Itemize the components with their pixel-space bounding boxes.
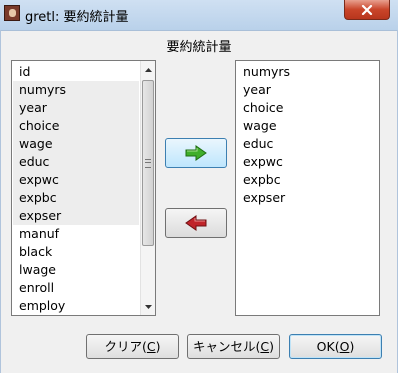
- close-button[interactable]: [344, 0, 390, 20]
- gretl-app-icon: [4, 5, 20, 21]
- cancel-button-suffix: ): [269, 339, 274, 354]
- list-item[interactable]: numyrs: [237, 63, 378, 81]
- list-item[interactable]: expwc: [237, 153, 378, 171]
- selected-variables-rows: numyrs year choice wage educ expwc expbc expser: [237, 63, 378, 207]
- red-left-arrow-icon: [185, 215, 207, 231]
- clear-button-prefix: クリア(: [104, 339, 147, 354]
- clear-button-mnemonic: C: [146, 339, 156, 354]
- scroll-up-button[interactable]: [141, 61, 155, 78]
- remove-variables-button[interactable]: [165, 208, 227, 238]
- scroll-down-button[interactable]: [141, 298, 155, 315]
- list-item[interactable]: black: [13, 243, 139, 261]
- list-item[interactable]: expbc: [13, 189, 139, 207]
- add-variables-button[interactable]: [165, 138, 227, 168]
- summary-statistics-dialog: gretl: 要約統計量 要約統計量 id numyrs year choice wag…: [0, 0, 398, 373]
- list-item[interactable]: id: [13, 63, 139, 81]
- list-item[interactable]: manuf: [13, 225, 139, 243]
- list-item[interactable]: numyrs: [13, 81, 139, 99]
- green-right-arrow-icon: [185, 145, 207, 161]
- available-variables-list[interactable]: id numyrs year choice wage educ expwc expbc exps…: [11, 60, 156, 316]
- list-item[interactable]: wage: [237, 117, 378, 135]
- list-item[interactable]: choice: [13, 117, 139, 135]
- window-title: gretl: 要約統計量: [25, 10, 129, 25]
- ok-button[interactable]: OK(O): [289, 334, 382, 359]
- cancel-button-prefix: キャンセル(: [192, 339, 261, 354]
- list-item[interactable]: wage: [13, 135, 139, 153]
- clear-button[interactable]: クリア(C): [86, 334, 179, 359]
- vertical-scrollbar[interactable]: [140, 61, 155, 315]
- list-item[interactable]: expwc: [13, 171, 139, 189]
- title-bar[interactable]: gretl: 要約統計量: [0, 0, 398, 31]
- ok-button-prefix: OK(: [316, 339, 340, 354]
- available-variables-rows: id numyrs year choice wage educ expwc expbc exps…: [13, 63, 139, 315]
- list-item[interactable]: expser: [237, 189, 378, 207]
- scroll-up-arrow-icon: [144, 67, 152, 72]
- list-item[interactable]: year: [237, 81, 378, 99]
- selected-variables-list[interactable]: numyrs year choice wage educ expwc expbc expser: [235, 60, 380, 316]
- cancel-button[interactable]: キャンセル(C): [187, 334, 280, 359]
- list-item[interactable]: educ: [13, 153, 139, 171]
- list-item[interactable]: year: [13, 99, 139, 117]
- clear-button-suffix: ): [155, 339, 161, 354]
- list-item[interactable]: employ: [13, 297, 139, 315]
- list-item[interactable]: expbc: [237, 171, 378, 189]
- list-item[interactable]: expser: [13, 207, 139, 225]
- dialog-heading: 要約統計量: [166, 40, 232, 55]
- ok-button-mnemonic: O: [339, 339, 350, 354]
- list-item[interactable]: educ: [237, 135, 378, 153]
- list-item[interactable]: choice: [237, 99, 378, 117]
- scrollbar-thumb[interactable]: [142, 80, 154, 246]
- close-icon: [361, 4, 373, 15]
- scrollbar-grip-icon: [145, 158, 151, 168]
- scroll-down-arrow-icon: [144, 304, 152, 309]
- list-item[interactable]: lwage: [13, 261, 139, 279]
- cancel-button-mnemonic: C: [260, 339, 270, 354]
- ok-button-suffix: ): [349, 339, 355, 354]
- list-item[interactable]: enroll: [13, 279, 139, 297]
